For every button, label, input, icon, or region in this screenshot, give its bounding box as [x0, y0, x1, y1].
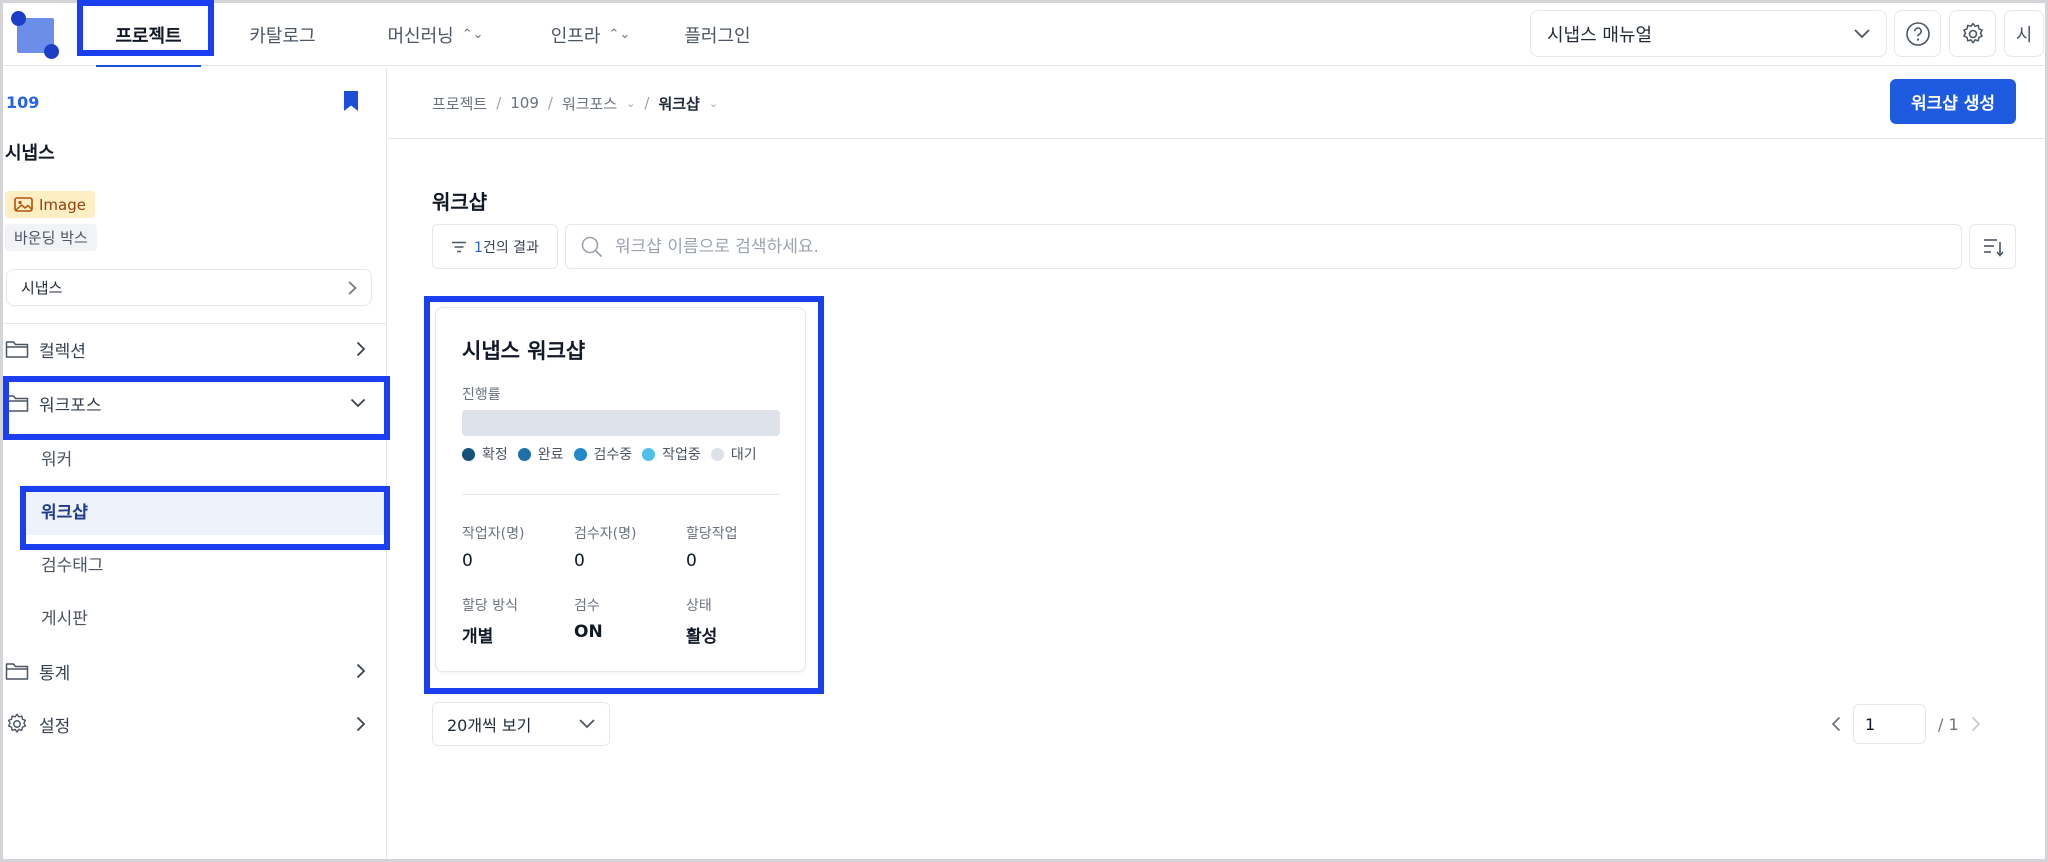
per-page-select[interactable]: 20개씩 보기 — [432, 702, 610, 746]
sidebar-item-collection[interactable]: 컬렉션 — [3, 325, 386, 373]
sidebar-sub-workshop[interactable]: 워크샵 — [23, 485, 386, 535]
legend-item: 작업중 — [642, 444, 701, 464]
legend-dot — [573, 447, 587, 461]
sidebar-sub-review-tag[interactable]: 검수태그 — [23, 538, 386, 588]
gear-icon — [7, 713, 27, 733]
page-total: / 1 — [1938, 714, 1959, 734]
method-value: 개별 — [462, 627, 494, 647]
manual-select[interactable]: 시냅스 매뉴얼 — [1530, 10, 1887, 57]
chevron-down-icon: ⌄ — [626, 96, 636, 110]
nav-tab-machine-learning[interactable]: 머신러닝 ⌃⌄ — [363, 3, 508, 66]
workers-label: 작업자(명) — [462, 526, 525, 542]
search-input[interactable] — [615, 236, 1961, 257]
chevron-down-icon — [579, 719, 595, 729]
workshop-card[interactable]: 시냅스 워크샵 진행률 확정 완료 검수중 작업중 대기 작업자(명) 0 검수… — [435, 307, 806, 672]
assigned-label: 할당작업 — [686, 526, 738, 542]
chevron-down-icon — [350, 398, 366, 408]
project-id: 109 — [6, 93, 40, 112]
legend-item: 검수중 — [573, 444, 632, 464]
legend-item: 확정 — [462, 444, 508, 464]
updown-chevron-icon: ⌃⌄ — [461, 27, 484, 42]
breadcrumb-item[interactable]: 프로젝트 — [432, 93, 487, 114]
reviewers-label: 검수자(명) — [574, 526, 637, 542]
app-logo[interactable] — [11, 11, 61, 61]
data-type-badge: Image — [5, 191, 95, 218]
annotation-type-badge: 바운딩 박스 — [5, 224, 97, 251]
create-workshop-button[interactable]: 워크샵 생성 — [1890, 79, 2016, 124]
top-nav: 프로젝트 카탈로그 머신러닝 ⌃⌄ 인프라 ⌃⌄ 플러그인 시냅스 매뉴얼 시 — [3, 3, 2045, 67]
legend-dot — [710, 447, 724, 461]
reviewers-value: 0 — [574, 551, 585, 571]
search-icon — [581, 236, 603, 257]
chevron-right-icon — [356, 663, 366, 679]
chevron-right-icon — [356, 341, 366, 357]
progress-legend: 확정 완료 검수중 작업중 대기 — [462, 444, 757, 464]
folder-icon — [5, 663, 29, 680]
user-avatar-button[interactable]: 시 — [2004, 10, 2044, 57]
project-select[interactable]: 시냅스 — [6, 269, 372, 306]
legend-dot — [642, 447, 656, 461]
legend-dot — [462, 447, 475, 461]
method-label: 할당 방식 — [462, 598, 518, 614]
pagination: 1 / 1 — [1831, 702, 1981, 746]
legend-item: 대기 — [710, 444, 757, 464]
sidebar-item-settings[interactable]: 설정 — [3, 700, 386, 748]
chevron-down-icon — [1854, 28, 1870, 38]
legend-dot — [517, 447, 531, 461]
sidebar-sub-board[interactable]: 게시판 — [23, 591, 386, 641]
chevron-left-icon[interactable] — [1831, 716, 1841, 732]
settings-button[interactable] — [1949, 10, 1996, 57]
review-label: 검수 — [574, 598, 600, 614]
page-input[interactable]: 1 — [1853, 704, 1926, 744]
header-divider — [388, 138, 2045, 139]
filter-button[interactable]: 1건의 결과 — [432, 224, 558, 269]
chevron-right-icon[interactable] — [1971, 716, 1981, 732]
project-name: 시냅스 — [5, 143, 55, 164]
bookmark-icon[interactable] — [341, 90, 361, 112]
workshop-title: 시냅스 워크샵 — [462, 339, 586, 363]
sidebar-sub-worker[interactable]: 워커 — [23, 432, 386, 482]
breadcrumb-item[interactable]: 워크포스 — [562, 93, 617, 114]
folder-icon — [5, 341, 29, 358]
chevron-right-icon — [348, 280, 357, 295]
help-button[interactable] — [1894, 10, 1941, 57]
result-count: 1 — [474, 239, 483, 256]
nav-tab-catalog[interactable]: 카탈로그 — [220, 3, 345, 66]
page-title: 워크샵 — [432, 190, 488, 214]
breadcrumb: 프로젝트 / 109 / 워크포스 ⌄ / 워크샵 ⌄ — [432, 93, 719, 114]
breadcrumb-current[interactable]: 워크샵 — [658, 93, 699, 114]
review-value: ON — [574, 622, 603, 642]
progress-label: 진행률 — [462, 387, 501, 403]
sidebar-divider — [3, 323, 386, 324]
breadcrumb-item[interactable]: 109 — [510, 94, 539, 112]
nav-tab-plugin[interactable]: 플러그인 — [655, 3, 780, 66]
sidebar-item-workforce[interactable]: 워크포스 — [3, 379, 386, 427]
legend-item: 완료 — [517, 444, 564, 464]
assigned-value: 0 — [686, 551, 697, 571]
sort-icon — [1983, 238, 2004, 257]
image-icon — [14, 197, 33, 212]
progress-bar — [462, 410, 780, 436]
folder-icon — [5, 395, 29, 412]
search-box[interactable] — [565, 224, 1962, 269]
chevron-right-icon — [356, 716, 366, 732]
filter-icon — [452, 241, 467, 252]
gear-icon — [1962, 22, 1983, 43]
status-value: 활성 — [686, 627, 718, 647]
sidebar: 109 시냅스 Image 바운딩 박스 시냅스 컬렉션 워크포스 워커 워크샵… — [3, 67, 387, 859]
status-label: 상태 — [686, 598, 712, 614]
chevron-down-icon: ⌄ — [708, 96, 719, 110]
sort-button[interactable] — [1969, 224, 2016, 269]
workers-value: 0 — [462, 551, 473, 571]
card-divider — [462, 494, 780, 495]
nav-tab-infra[interactable]: 인프라 ⌃⌄ — [528, 3, 653, 66]
updown-chevron-icon: ⌃⌄ — [608, 27, 631, 42]
sidebar-item-statistics[interactable]: 통계 — [3, 647, 386, 695]
nav-tab-project[interactable]: 프로젝트 — [86, 3, 211, 67]
question-circle-icon — [1905, 21, 1930, 46]
